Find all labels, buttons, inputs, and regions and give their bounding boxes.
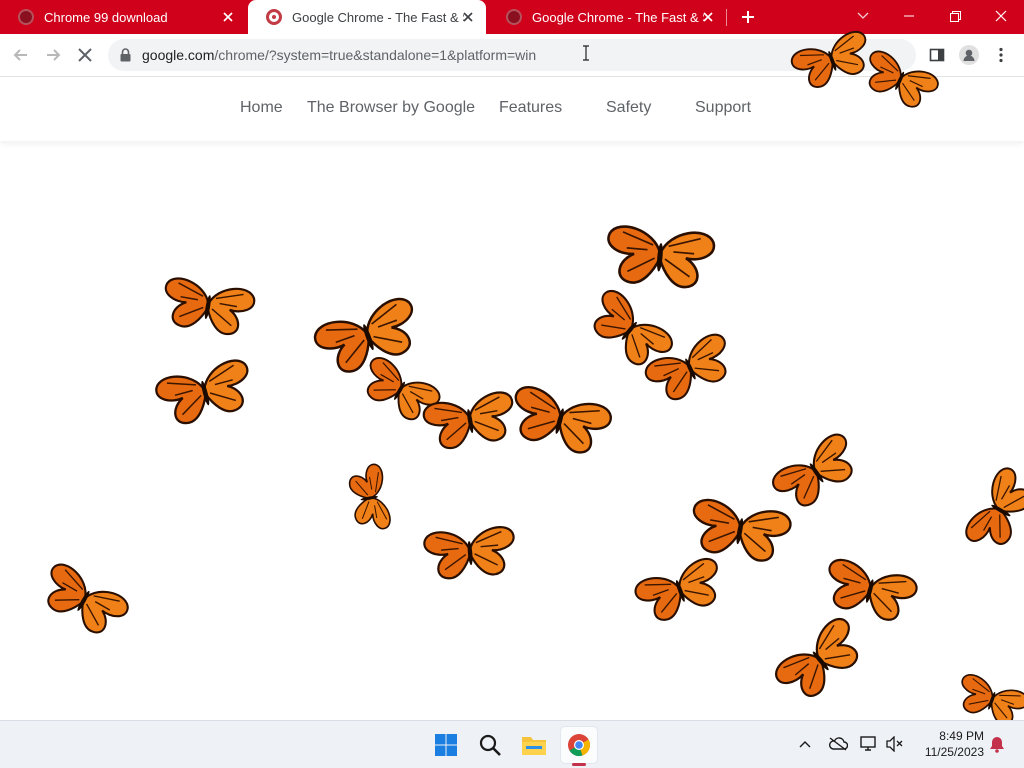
tab-title: Chrome 99 download xyxy=(44,9,168,25)
url-path: /chrome/?system=true&standalone=1&platfo… xyxy=(214,47,537,63)
kebab-menu-icon[interactable] xyxy=(988,42,1014,68)
clock-time: 8:49 PM xyxy=(939,729,984,743)
tab-google-chrome-active[interactable]: Google Chrome - The Fast & Secure Web Br… xyxy=(248,0,486,34)
lock-icon[interactable] xyxy=(120,48,131,67)
tab-google-chrome[interactable]: Google Chrome - The Fast & Secure Web Br… xyxy=(488,0,726,34)
address-bar[interactable]: google.com/chrome/?system=true&standalon… xyxy=(108,39,916,71)
chevron-up-icon[interactable] xyxy=(794,733,816,755)
close-window-button[interactable] xyxy=(978,0,1024,32)
forward-button[interactable] xyxy=(40,42,66,68)
chrome-running-indicator xyxy=(572,763,586,766)
nav-link-home[interactable]: Home xyxy=(240,99,283,117)
restore-button[interactable] xyxy=(932,0,978,32)
page-content: Home The Browser by Google Features Safe… xyxy=(0,77,1024,720)
new-tab-button[interactable] xyxy=(736,6,760,28)
file-explorer-icon[interactable] xyxy=(516,727,552,763)
clock-date: 11/25/2023 xyxy=(924,745,984,759)
system-clock[interactable]: 8:49 PM 11/25/2023 xyxy=(914,728,984,760)
side-panel-icon[interactable] xyxy=(924,42,950,68)
nav-link-support[interactable]: Support xyxy=(695,99,751,117)
search-icon[interactable] xyxy=(472,727,508,763)
network-display-icon[interactable] xyxy=(858,733,880,755)
nav-link-the-browser-by-google[interactable]: The Browser by Google xyxy=(307,99,475,117)
nav-link-features[interactable]: Features xyxy=(499,99,562,117)
close-tab-icon[interactable] xyxy=(700,9,716,25)
chrome-favicon-icon xyxy=(506,9,522,25)
back-button[interactable] xyxy=(8,42,34,68)
stop-loading-button[interactable] xyxy=(72,42,98,68)
url-text[interactable]: google.com/chrome/?system=true&standalon… xyxy=(142,47,536,63)
tab-title: Google Chrome - The Fast & Secure Web Br… xyxy=(292,9,464,25)
close-tab-icon[interactable] xyxy=(220,9,236,25)
onedrive-offline-icon[interactable] xyxy=(827,733,849,755)
windows-start-icon[interactable] xyxy=(428,727,464,763)
site-navigation: Home The Browser by Google Features Safe… xyxy=(0,77,1024,141)
chrome-favicon-icon xyxy=(266,9,282,25)
url-domain: google.com xyxy=(142,47,215,63)
speaker-muted-icon[interactable] xyxy=(884,733,906,755)
globe-favicon-icon xyxy=(18,9,34,25)
screen: { "browser": { "tabs": [ {"title": "Chro… xyxy=(0,0,1024,768)
tab-search-chevron-icon[interactable] xyxy=(840,0,886,32)
tab-separator xyxy=(726,9,727,26)
close-tab-icon[interactable] xyxy=(460,9,476,25)
minimize-button[interactable] xyxy=(886,0,932,32)
chrome-icon[interactable] xyxy=(561,727,597,763)
text-cursor-icon xyxy=(582,45,590,66)
tab-chrome-99-download[interactable]: Chrome 99 download xyxy=(0,0,246,34)
profile-avatar-icon[interactable] xyxy=(956,42,982,68)
tab-strip: Chrome 99 download Google Chrome - The F… xyxy=(0,0,1024,34)
notification-bell-icon[interactable] xyxy=(986,733,1008,755)
tab-title: Google Chrome - The Fast & Secure Web Br… xyxy=(532,9,704,25)
browser-toolbar: google.com/chrome/?system=true&standalon… xyxy=(0,34,1024,77)
nav-link-safety[interactable]: Safety xyxy=(606,99,651,117)
windows-taskbar: 8:49 PM 11/25/2023 xyxy=(0,720,1024,768)
